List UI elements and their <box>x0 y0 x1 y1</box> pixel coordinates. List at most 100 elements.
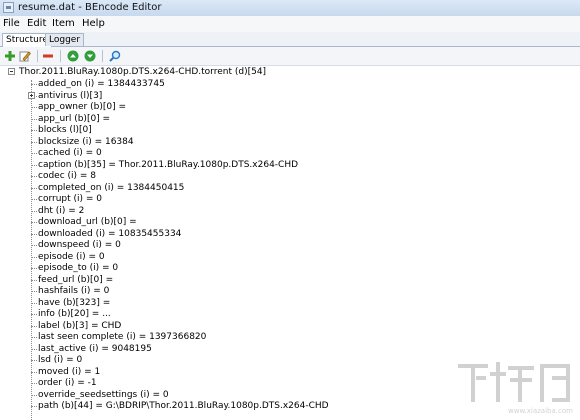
tree-node-label: path (b)[44] = G:\BDRIP\Thor.2011.BluRay… <box>38 401 329 411</box>
tree-node[interactable]: info (b)[20] = ... <box>31 309 111 320</box>
tree-node[interactable]: caption (b)[35] = Thor.2011.BluRay.1080p… <box>31 159 299 171</box>
tree-node[interactable]: path (b)[44] = G:\BDRIP\Thor.2011.BluRay… <box>31 401 329 412</box>
tree-node[interactable]: added_on (i) = 1384433745 <box>31 79 165 90</box>
tree-node-label: order (i) = -1 <box>38 378 97 388</box>
tree-node-label: label (b)[3] = CHD <box>38 320 122 331</box>
tree-node[interactable]: corrupt (i) = 0 <box>31 194 102 205</box>
toolbar-separator <box>60 50 61 62</box>
move-up-icon[interactable] <box>67 50 79 62</box>
tree-node-label: moved (i) = 1 <box>38 366 101 377</box>
tree-connector <box>31 348 37 350</box>
tree-connector <box>31 406 37 407</box>
tree-connector <box>31 176 37 177</box>
tree-root-node[interactable]: Thor.2011.BluRay.1080p.DTS.x264-CHD.torr… <box>8 67 267 78</box>
tree-node-label: antivirus (l)[3] <box>38 90 103 101</box>
menu-help[interactable]: Help <box>82 18 105 29</box>
menu-file[interactable]: File <box>3 18 20 29</box>
tree-node-label: hashfails (i) = 0 <box>38 286 110 296</box>
tree-connector <box>31 245 37 246</box>
tab-logger[interactable]: Logger <box>45 33 85 46</box>
tree-node[interactable]: downspeed (i) = 0 <box>31 240 121 251</box>
remove-icon[interactable] <box>42 50 54 62</box>
tree-connector <box>31 279 37 281</box>
tree-node[interactable]: blocksize (i) = 16384 <box>31 136 134 148</box>
tree-node-label: completed_on (i) = 1384450415 <box>38 182 185 193</box>
toolbar-separator <box>102 50 103 62</box>
tree-node[interactable]: feed_url (b)[0] = <box>31 275 113 286</box>
tree-connector <box>31 187 37 189</box>
tab-strip: Structure Logger <box>0 32 580 47</box>
add-icon[interactable] <box>4 50 16 62</box>
svg-text:www.xiazaiba.com: www.xiazaiba.com <box>508 407 573 415</box>
app-icon <box>3 2 14 13</box>
tree-connector <box>31 233 37 235</box>
tree-node-label: lsd (i) = 0 <box>38 355 83 365</box>
tree-node-label: blocksize (i) = 16384 <box>38 136 134 147</box>
tree-connector <box>31 337 37 338</box>
tree-node[interactable]: downloaded (i) = 10835455334 <box>31 229 181 240</box>
tree-node[interactable]: last_active (i) = 9048195 <box>31 343 152 355</box>
menu-item[interactable]: Item <box>52 18 75 29</box>
tree-connector <box>31 107 37 108</box>
tree-connector <box>31 153 37 154</box>
tree-connector <box>31 256 37 258</box>
tree-connector <box>31 314 37 315</box>
tree-connector <box>31 383 37 384</box>
edit-icon[interactable] <box>19 50 31 62</box>
tree-node[interactable]: last seen complete (i) = 1397366820 <box>31 332 207 343</box>
collapse-icon[interactable] <box>8 68 15 75</box>
tree-node[interactable]: completed_on (i) = 1384450415 <box>31 182 185 194</box>
tree-connector <box>31 84 37 85</box>
tree-node-label: episode (i) = 0 <box>38 251 105 262</box>
tree-connector <box>31 164 37 166</box>
tree-connector <box>31 141 37 143</box>
tree-node[interactable]: dht (i) = 2 <box>31 205 85 217</box>
watermark-logo: www.xiazaiba.com <box>458 362 573 415</box>
tree-node[interactable]: order (i) = -1 <box>31 378 97 389</box>
tree-node[interactable]: label (b)[3] = CHD <box>31 320 122 332</box>
move-down-icon[interactable] <box>84 50 96 62</box>
tree-connector <box>31 371 37 373</box>
tree-node[interactable]: override_seedsettings (i) = 0 <box>31 389 169 401</box>
tree-node[interactable]: episode_to (i) = 0 <box>31 263 118 274</box>
tree-node-label: app_owner (b)[0] = <box>38 102 126 112</box>
tree-node[interactable]: have (b)[323] = <box>31 298 110 309</box>
tree-root-label: Thor.2011.BluRay.1080p.DTS.x264-CHD.torr… <box>19 67 267 77</box>
toolbar-separator <box>37 50 38 62</box>
tree-node[interactable]: app_owner (b)[0] = <box>31 102 126 113</box>
tree-connector <box>31 130 37 131</box>
tree-connector <box>31 199 37 200</box>
tree-node-label: downspeed (i) = 0 <box>38 240 121 250</box>
expand-icon[interactable] <box>28 91 35 99</box>
tree-node[interactable]: app_url (b)[0] = <box>31 113 111 125</box>
tree-node[interactable]: codec (i) = 8 <box>31 171 97 182</box>
tree-node-label: info (b)[20] = ... <box>38 309 111 319</box>
menu-edit[interactable]: Edit <box>27 18 46 29</box>
tree-connector <box>31 222 37 223</box>
tree-node[interactable]: antivirus (l)[3] <box>28 90 103 102</box>
tree-connector <box>31 302 37 304</box>
tree-node-label: codec (i) = 8 <box>38 171 97 181</box>
tree-node[interactable]: episode (i) = 0 <box>31 251 105 263</box>
search-icon[interactable] <box>109 50 121 62</box>
tree-node-label: blocks (l)[0] <box>38 125 92 135</box>
tree-connector <box>31 360 37 361</box>
tree-node[interactable]: hashfails (i) = 0 <box>31 286 110 297</box>
tree-node[interactable]: lsd (i) = 0 <box>31 355 83 366</box>
tree-node-label: last seen complete (i) = 1397366820 <box>38 332 207 342</box>
tree-node[interactable]: moved (i) = 1 <box>31 366 101 378</box>
tree-node-label: app_url (b)[0] = <box>38 113 111 124</box>
tree-node-label: override_seedsettings (i) = 0 <box>38 389 169 400</box>
tree-node-label: caption (b)[35] = Thor.2011.BluRay.1080p… <box>38 159 299 170</box>
tree-node[interactable]: blocks (l)[0] <box>31 125 92 136</box>
tree-node[interactable]: cached (i) = 0 <box>31 148 102 159</box>
tree-connector <box>31 118 37 120</box>
tree-node-label: dht (i) = 2 <box>38 205 85 216</box>
tree-connector <box>31 268 37 269</box>
tree-node-label: last_active (i) = 9048195 <box>38 343 152 354</box>
title-bar: resume.dat - BEncode Editor <box>0 0 580 17</box>
toolbar <box>0 47 580 66</box>
window-title: resume.dat - BEncode Editor <box>18 2 162 13</box>
tree-connector <box>31 394 37 396</box>
tree-node[interactable]: download_url (b)[0] = <box>31 217 137 228</box>
